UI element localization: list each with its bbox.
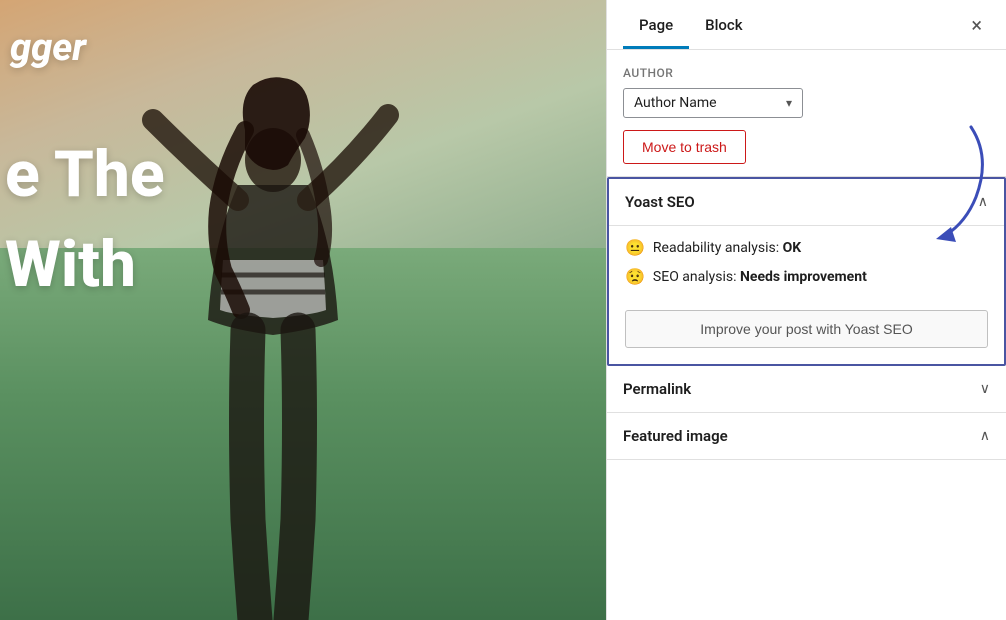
readability-status: OK	[783, 240, 802, 256]
seo-label: SEO analysis: Needs improvement	[653, 269, 867, 285]
yoast-section: Yoast SEO ∧ 😐 Readability analysis: OK 😟	[607, 177, 1006, 366]
author-select-value: Author Name	[634, 95, 717, 111]
author-dropdown[interactable]: Author Name ▾	[623, 88, 803, 118]
headline-line2: With	[5, 230, 136, 300]
permalink-title: Permalink	[623, 380, 691, 398]
blogger-text: gger	[10, 28, 86, 70]
author-section: Author Author Name ▾ Move to trash	[607, 50, 1006, 177]
sidebar-content: Author Author Name ▾ Move to trash	[607, 50, 1006, 620]
yoast-chevron-icon: ∧	[978, 194, 988, 210]
author-dropdown-arrow-icon: ▾	[786, 96, 792, 110]
tab-page[interactable]: Page	[623, 2, 689, 48]
seo-row: 😟 SEO analysis: Needs improvement	[625, 267, 988, 286]
permalink-section: Permalink ∨	[607, 366, 1006, 413]
headline-line1: e The	[5, 140, 165, 210]
permalink-chevron-icon: ∨	[980, 381, 990, 397]
featured-image-section: Featured image ∧	[607, 413, 1006, 460]
tab-block[interactable]: Block	[689, 2, 758, 48]
seo-status: Needs improvement	[740, 269, 867, 285]
yoast-header[interactable]: Yoast SEO ∧	[609, 179, 1004, 225]
sidebar-panel: Page Block × Author Author Name ▾ Move t…	[606, 0, 1006, 620]
permalink-header[interactable]: Permalink ∨	[607, 366, 1006, 412]
readability-row: 😐 Readability analysis: OK	[625, 238, 988, 257]
yoast-content: 😐 Readability analysis: OK 😟 SEO analysi…	[609, 225, 1004, 364]
close-button[interactable]: ×	[963, 11, 990, 39]
featured-image-title: Featured image	[623, 427, 728, 445]
featured-image-header[interactable]: Featured image ∧	[607, 413, 1006, 459]
featured-image-chevron-icon: ∧	[980, 428, 990, 444]
move-to-trash-button[interactable]: Move to trash	[623, 130, 746, 164]
readability-label: Readability analysis: OK	[653, 240, 801, 256]
tab-bar: Page Block ×	[607, 0, 1006, 50]
improve-yoast-button[interactable]: Improve your post with Yoast SEO	[625, 310, 988, 348]
yoast-title: Yoast SEO	[625, 193, 695, 211]
readability-icon: 😐	[625, 238, 645, 257]
editor-area: gger e The With	[0, 0, 606, 620]
author-label: Author	[623, 66, 990, 80]
yoast-wrapper: Yoast SEO ∧ 😐 Readability analysis: OK 😟	[607, 177, 1006, 366]
seo-icon: 😟	[625, 267, 645, 286]
